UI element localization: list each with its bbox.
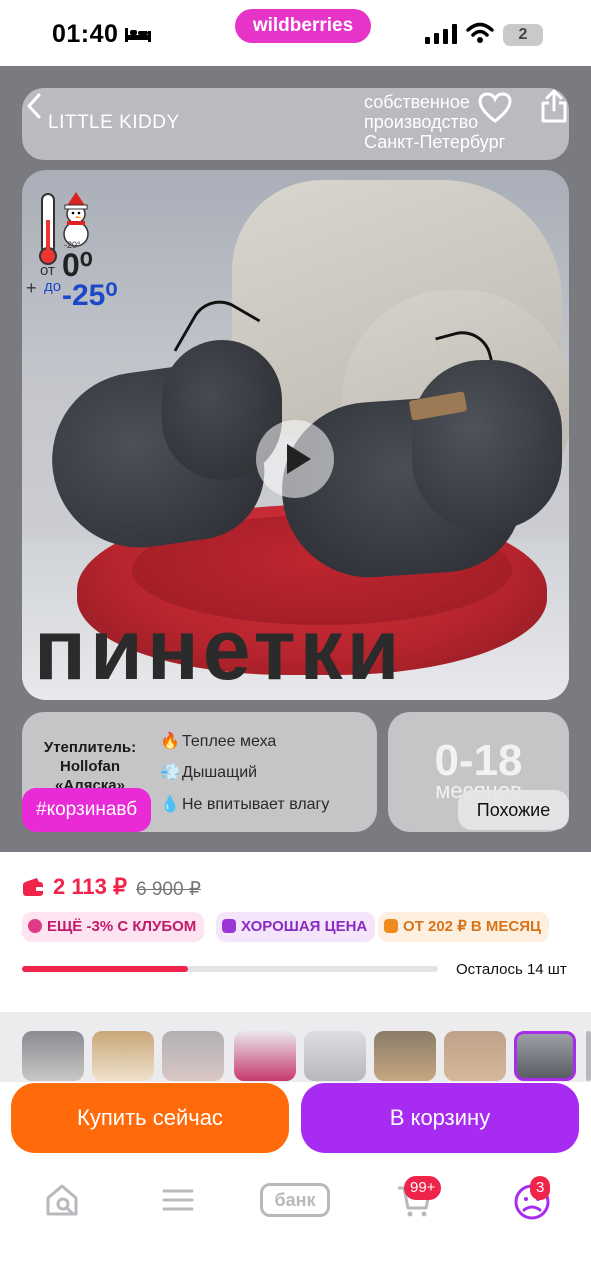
thumbnail[interactable] — [374, 1031, 436, 1081]
bed-icon — [125, 28, 151, 42]
home-search-icon[interactable] — [42, 1180, 82, 1220]
stock-progress-bar — [22, 966, 438, 972]
profile-badge: 3 — [530, 1176, 551, 1200]
favorite-heart-icon[interactable] — [478, 92, 512, 124]
status-time: 01:40 — [52, 20, 119, 48]
feature-item: 💧 Не впитывает влагу — [160, 796, 330, 813]
bottom-nav — [0, 1158, 591, 1280]
fire-icon: 🔥 — [160, 733, 180, 750]
play-video-button[interactable] — [256, 420, 334, 498]
status-bar: 01:40 wildberries 2 — [0, 0, 591, 66]
buy-now-button[interactable]: Купить сейчас — [11, 1083, 289, 1153]
thumbs-up-icon — [222, 919, 236, 933]
bank-tab[interactable]: банк — [260, 1183, 330, 1217]
hashtag-badge[interactable]: #корзинавб — [22, 788, 152, 832]
current-price: 2 113 ₽ — [53, 874, 127, 899]
product-title-overlay: пинетки — [34, 602, 404, 698]
add-to-cart-button[interactable]: В корзину — [301, 1083, 579, 1153]
cart-badge: 99+ — [404, 1176, 442, 1200]
thumbnail[interactable] — [586, 1031, 591, 1081]
thumbnail[interactable] — [234, 1031, 296, 1081]
temp-from-word: от — [40, 262, 55, 279]
back-button[interactable] — [26, 92, 48, 122]
club-icon — [28, 919, 42, 933]
thumbnail[interactable] — [92, 1031, 154, 1081]
brand-name[interactable]: LITTLE KIDDY — [48, 112, 180, 134]
signal-icon — [425, 24, 457, 44]
sparkle-icon: + — [26, 278, 37, 298]
old-price: 6 900 ₽ — [136, 879, 201, 900]
wallet-icon — [23, 878, 43, 896]
wildberries-badge: wildberries — [235, 9, 371, 43]
similar-button[interactable]: Похожие — [458, 790, 569, 830]
wifi-icon — [466, 22, 494, 43]
chevron-left-icon — [26, 93, 41, 119]
menu-icon[interactable] — [158, 1180, 198, 1220]
temp-to-value: -25⁰ — [62, 279, 118, 312]
club-discount-chip[interactable]: ЕЩЁ -3% С КЛУБОМ — [22, 912, 205, 942]
share-icon[interactable] — [540, 88, 568, 124]
thumbnail[interactable] — [444, 1031, 506, 1081]
feature-item: 💨 Дышащий — [160, 764, 258, 781]
stock-remaining: Осталось 14 шт — [456, 961, 567, 978]
shield-icon — [384, 919, 398, 933]
drop-icon: 💧 — [160, 796, 180, 813]
thumbnail[interactable] — [22, 1031, 84, 1081]
stock-progress-fill — [22, 966, 189, 972]
feature-item: 🔥 Теплее меха — [160, 733, 277, 750]
battery-indicator: 2 — [503, 24, 543, 46]
wind-icon: 💨 — [160, 764, 180, 781]
good-price-chip[interactable]: ХОРОШАЯ ЦЕНА — [216, 912, 376, 942]
thumbnail-selected[interactable] — [514, 1031, 576, 1081]
product-photo[interactable]: -20° от 0⁰ + до -25⁰ пинетки — [22, 170, 569, 700]
insulation-label: Утеплитель: Hollofan «Аляска» — [43, 739, 137, 794]
installment-chip[interactable]: ОТ 202 ₽ В МЕСЯЦ — [378, 912, 549, 942]
temp-to-word: до — [44, 278, 62, 295]
thumbnail[interactable] — [304, 1031, 366, 1081]
thumbnail[interactable] — [162, 1031, 224, 1081]
